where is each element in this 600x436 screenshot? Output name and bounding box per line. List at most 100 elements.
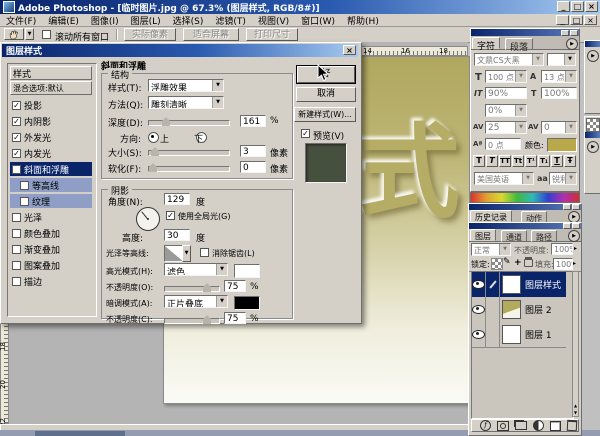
tab-channels[interactable]: 通道 bbox=[501, 230, 527, 242]
tab-history[interactable]: 历史记录 bbox=[470, 210, 512, 222]
palette-menu-icon[interactable] bbox=[587, 141, 599, 153]
color-ramp[interactable] bbox=[470, 192, 580, 203]
menu-edit[interactable]: 编辑(E) bbox=[42, 14, 85, 27]
collapsed-palette[interactable] bbox=[584, 116, 600, 194]
new-adjustment-layer-icon[interactable] bbox=[533, 420, 544, 431]
layers-scrollbar[interactable]: ▲ ▼ bbox=[572, 271, 579, 417]
style-checkbox[interactable] bbox=[12, 228, 21, 238]
palette-menu-icon[interactable] bbox=[587, 50, 599, 62]
dropdown-arrow-icon[interactable] bbox=[212, 80, 223, 91]
menu-filter[interactable]: 滤镜(T) bbox=[209, 14, 252, 27]
eye-icon[interactable] bbox=[472, 330, 485, 339]
eye-icon[interactable] bbox=[472, 305, 485, 314]
anti-alias-select[interactable]: 锐利 bbox=[549, 172, 577, 185]
highlight-opacity-field[interactable]: 75 bbox=[224, 280, 246, 292]
lock-transparency-icon[interactable] bbox=[491, 258, 503, 270]
shadow-color-swatch[interactable] bbox=[234, 296, 260, 310]
depth-slider[interactable] bbox=[148, 117, 230, 126]
slider-thumb[interactable] bbox=[162, 117, 170, 126]
taskbar-button[interactable] bbox=[35, 431, 125, 436]
shadow-opacity-slider[interactable] bbox=[164, 315, 220, 324]
underline-button[interactable]: T bbox=[551, 155, 563, 167]
scroll-all-windows-checkbox[interactable] bbox=[42, 30, 51, 39]
dropdown-arrow-icon[interactable] bbox=[522, 173, 533, 184]
new-style-button[interactable]: 新建样式(W)... bbox=[294, 107, 356, 122]
dialog-close-icon[interactable]: × bbox=[343, 45, 356, 55]
menu-help[interactable]: 帮助(H) bbox=[341, 14, 385, 27]
dropdown-arrow-icon[interactable] bbox=[499, 244, 510, 255]
new-layer-icon[interactable] bbox=[550, 420, 561, 431]
size-field[interactable]: 3 bbox=[240, 145, 266, 157]
slider-thumb[interactable] bbox=[203, 315, 211, 324]
menu-select[interactable]: 选择(S) bbox=[167, 14, 210, 27]
faux-italic-button[interactable]: T bbox=[486, 155, 498, 167]
menu-image[interactable]: 图像(I) bbox=[85, 14, 125, 27]
leading-select[interactable]: 13 点 bbox=[541, 70, 577, 83]
print-size-button[interactable]: 打印尺寸 bbox=[246, 28, 298, 41]
style-checkbox[interactable] bbox=[12, 164, 21, 174]
style-item-inner-glow[interactable]: 内发光 bbox=[10, 146, 92, 160]
palette-menu-icon[interactable] bbox=[568, 230, 580, 242]
style-item-stroke[interactable]: 描边 bbox=[10, 274, 92, 288]
new-group-icon[interactable] bbox=[515, 421, 527, 430]
altitude-field[interactable]: 30 bbox=[164, 229, 190, 241]
bevel-style-select[interactable]: 浮雕效果 bbox=[148, 79, 224, 92]
fill-spinner-icon[interactable]: ▸ bbox=[573, 260, 576, 267]
size-slider[interactable] bbox=[148, 147, 230, 156]
style-checkbox[interactable] bbox=[12, 116, 21, 126]
dropdown-arrow-icon[interactable] bbox=[565, 122, 576, 133]
blend-mode-select[interactable]: 正常 bbox=[471, 243, 511, 256]
soften-field[interactable]: 0 bbox=[240, 161, 266, 173]
style-checkbox[interactable] bbox=[12, 244, 21, 254]
dropdown-arrow-icon[interactable] bbox=[515, 105, 526, 116]
subscript-button[interactable]: T₁ bbox=[538, 155, 550, 167]
maximize-icon[interactable]: □ bbox=[571, 1, 584, 12]
style-checkbox[interactable] bbox=[12, 212, 21, 222]
dropdown-arrow-icon[interactable] bbox=[216, 296, 227, 307]
technique-select[interactable]: 雕刻清晰 bbox=[148, 96, 224, 109]
dropdown-arrow-icon[interactable] bbox=[515, 71, 526, 82]
actual-pixels-button[interactable]: 实际像素 bbox=[124, 28, 176, 41]
delete-layer-icon[interactable] bbox=[566, 419, 578, 432]
scroll-up-icon[interactable]: ▲ bbox=[573, 403, 578, 408]
doc-minimize-icon[interactable]: _ bbox=[556, 15, 569, 25]
tab-paragraph[interactable]: 段落 bbox=[505, 38, 534, 53]
add-layer-mask-icon[interactable] bbox=[497, 420, 509, 431]
scroll-down-icon[interactable]: ▼ bbox=[573, 410, 578, 415]
fill-field[interactable]: 100% bbox=[553, 258, 573, 270]
angle-dial[interactable] bbox=[136, 207, 160, 231]
style-checkbox[interactable] bbox=[12, 260, 21, 270]
dropdown-arrow-icon[interactable] bbox=[565, 173, 576, 184]
add-layer-style-icon[interactable]: f bbox=[480, 420, 491, 431]
style-item-contour[interactable]: 等高线 bbox=[10, 178, 92, 192]
style-item-texture[interactable]: 纹理 bbox=[10, 194, 92, 208]
font-family-select[interactable]: 文鼎CS大黑 bbox=[474, 53, 544, 66]
dropdown-arrow-icon[interactable] bbox=[532, 54, 543, 65]
style-item-pattern-overlay[interactable]: 图案叠加 bbox=[10, 258, 92, 272]
fit-screen-button[interactable]: 适合屏幕 bbox=[183, 28, 239, 41]
style-checkbox[interactable] bbox=[20, 196, 29, 206]
style-item-blending[interactable]: 混合选项:默认 bbox=[10, 81, 92, 95]
shadow-opacity-field[interactable]: 75 bbox=[224, 312, 246, 324]
layer-row-text[interactable]: T 图层样式 bbox=[472, 272, 566, 298]
dropdown-arrow-icon[interactable] bbox=[216, 264, 227, 275]
global-light-checkbox[interactable] bbox=[166, 211, 175, 220]
highlight-color-swatch[interactable] bbox=[234, 264, 260, 278]
style-checkbox[interactable] bbox=[12, 132, 21, 142]
highlight-mode-select[interactable]: 滤色 bbox=[164, 263, 228, 276]
palette-menu-icon[interactable] bbox=[566, 38, 578, 50]
font-size-select[interactable]: 100 点 bbox=[485, 70, 527, 83]
lock-position-icon[interactable]: + bbox=[514, 258, 524, 268]
menu-window[interactable]: 窗口(W) bbox=[295, 14, 341, 27]
faux-bold-button[interactable]: T bbox=[473, 155, 485, 167]
style-item-outer-glow[interactable]: 外发光 bbox=[10, 130, 92, 144]
cancel-button[interactable]: 取消 bbox=[296, 87, 356, 102]
small-caps-button[interactable]: Tt bbox=[512, 155, 524, 167]
menu-file[interactable]: 文件(F) bbox=[0, 14, 42, 27]
tab-layers[interactable]: 图层 bbox=[470, 229, 496, 241]
opacity-field[interactable]: 100% bbox=[551, 243, 573, 255]
dropdown-arrow-icon[interactable] bbox=[565, 71, 576, 82]
superscript-button[interactable]: T¹ bbox=[525, 155, 537, 167]
dropdown-arrow-icon[interactable] bbox=[212, 97, 223, 108]
hand-tool-button[interactable] bbox=[4, 28, 24, 40]
